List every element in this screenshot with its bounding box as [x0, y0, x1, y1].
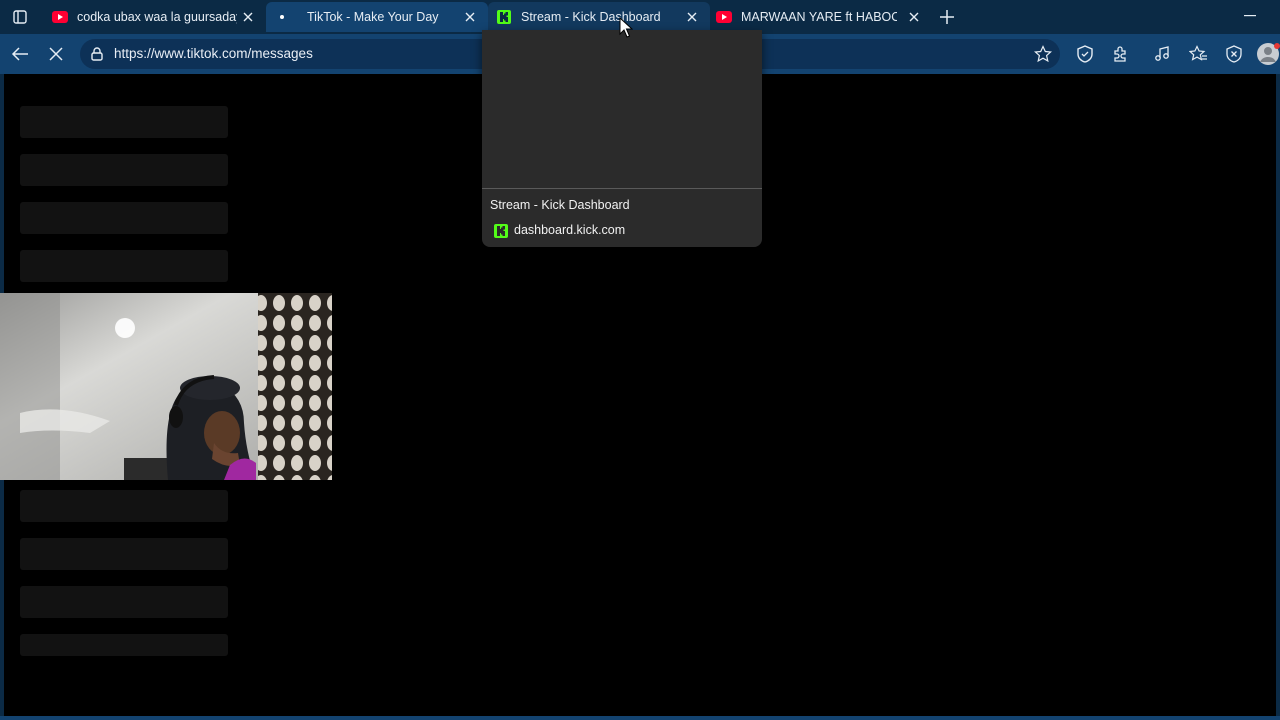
tab-title: TikTok - Make Your Day [307, 10, 439, 24]
skeleton-row [20, 538, 228, 570]
profile-avatar-icon[interactable] [1256, 42, 1280, 66]
close-tab-icon[interactable] [684, 9, 700, 25]
tab-actions-menu-icon[interactable] [10, 7, 30, 27]
tab-title: codka ubax waa la guursaday [77, 10, 237, 24]
skeleton-row [20, 202, 228, 234]
mouse-cursor-icon [619, 16, 634, 39]
skeleton-row [20, 250, 228, 282]
webcam-video-frame [0, 293, 332, 480]
puzzle-extensions-icon[interactable] [1109, 42, 1133, 66]
kick-icon [496, 9, 512, 25]
hover-card-domain: dashboard.kick.com [514, 223, 626, 237]
browser-essentials-icon[interactable] [1222, 42, 1246, 66]
tab-tiktok[interactable]: TikTok - Make Your Day [266, 2, 488, 32]
favorites-icon[interactable] [1186, 42, 1210, 66]
stop-loading-icon[interactable] [44, 42, 68, 66]
tab-strip: codka ubax waa la guursaday TikTok - Mak… [0, 0, 1280, 34]
close-tab-icon[interactable] [462, 9, 478, 25]
close-tab-icon[interactable] [906, 9, 922, 25]
youtube-icon [52, 9, 68, 25]
kick-icon [494, 224, 508, 238]
skeleton-row [20, 106, 228, 138]
loading-dot-icon [274, 9, 290, 25]
hover-card-title: Stream - Kick Dashboard [490, 198, 630, 212]
back-arrow-icon[interactable] [8, 42, 32, 66]
tab-youtube-codka[interactable]: codka ubax waa la guursaday [42, 2, 266, 32]
shield-extension-icon[interactable] [1073, 42, 1097, 66]
window-bottom-border [0, 716, 1280, 720]
tab-preview-thumbnail [482, 30, 762, 188]
skeleton-row [20, 490, 228, 522]
youtube-icon [716, 9, 732, 25]
skeleton-row [20, 634, 228, 656]
tab-kick-dashboard[interactable]: Stream - Kick Dashboard [488, 2, 710, 32]
new-tab-plus-icon[interactable] [936, 6, 958, 28]
tab-hover-card: Stream - Kick Dashboard dashboard.kick.c… [482, 30, 762, 247]
skeleton-row [20, 154, 228, 186]
favorite-star-icon[interactable] [1033, 45, 1053, 63]
media-control-icon[interactable] [1150, 42, 1174, 66]
tab-youtube-marwaan[interactable]: MARWAAN YARE ft HABOON [710, 2, 932, 32]
skeleton-row [20, 586, 228, 618]
url-text[interactable]: https://www.tiktok.com/messages [114, 46, 313, 61]
tab-title: MARWAAN YARE ft HABOON [741, 10, 897, 24]
lock-icon[interactable] [89, 46, 105, 62]
close-tab-icon[interactable] [240, 9, 256, 25]
tab-title: Stream - Kick Dashboard [521, 10, 661, 24]
divider [482, 188, 762, 189]
webcam-overlay [0, 293, 332, 480]
minimize-window-icon[interactable] [1238, 6, 1262, 26]
